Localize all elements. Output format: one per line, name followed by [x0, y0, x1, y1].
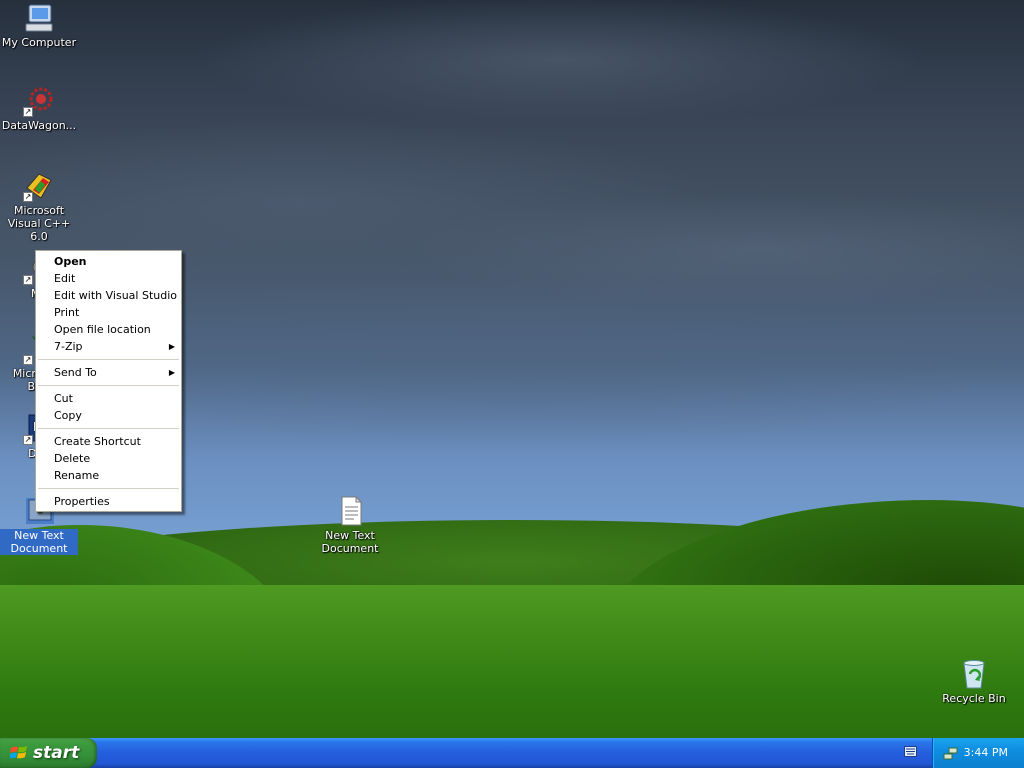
submenu-arrow-icon: ▶ [168, 368, 175, 377]
menu-item-label: Edit [54, 272, 76, 285]
shortcut-arrow-icon: ↗ [23, 435, 33, 445]
menu-item-cut[interactable]: Cut [36, 390, 181, 407]
submenu-arrow-icon: ▶ [168, 342, 175, 351]
desktop-icon-label: Microsoft Visual C++ 6.0 [7, 204, 71, 243]
recycle-bin-icon [958, 658, 990, 690]
shortcut-arrow-icon: ↗ [23, 192, 33, 202]
menu-item-label: Copy [54, 409, 82, 422]
start-label: start [33, 743, 80, 763]
desktop-icon-label: New Text Document [321, 529, 379, 555]
menu-item-print[interactable]: Print [36, 304, 181, 321]
menu-item-label: Properties [54, 495, 110, 508]
menu-item-edit[interactable]: Edit [36, 270, 181, 287]
menu-item-label: Open file location [54, 323, 151, 336]
desktop-icon-label: My Computer [1, 36, 77, 49]
grass-field [0, 585, 1024, 738]
desktop-icon-recycle-bin[interactable]: Recycle Bin [935, 658, 1013, 705]
network-icon[interactable] [943, 745, 959, 761]
desktop-icon-new-text-document[interactable]: New Text Document [311, 495, 389, 555]
desktop-icon-label: DataWagon... [1, 119, 77, 132]
menu-item-label: Rename [54, 469, 100, 482]
my-computer-icon [23, 2, 55, 34]
keyboard-language-icon[interactable] [904, 746, 917, 757]
menu-item-label: Delete [54, 452, 91, 465]
menu-item-label: Send To [54, 366, 97, 379]
start-button[interactable]: start [0, 738, 97, 768]
notepad-document-icon [334, 495, 366, 527]
shortcut-arrow-icon: ↗ [23, 107, 33, 117]
desktop-icon-label: New Text Document [0, 529, 78, 555]
menu-item-label: Create Shortcut [54, 435, 141, 448]
menu-item-label: Open [54, 255, 87, 268]
desktop-icon-visual-cpp[interactable]: ↗ Microsoft Visual C++ 6.0 [0, 170, 78, 243]
visual-cpp-icon: ↗ [23, 170, 55, 202]
menu-separator [38, 385, 179, 386]
menu-separator [38, 428, 179, 429]
menu-item-create-shortcut[interactable]: Create Shortcut [36, 433, 181, 450]
clock[interactable]: 3:44 PM [964, 738, 1008, 768]
menu-item-label: Edit with Visual Studio [54, 289, 178, 302]
desktop-icon-my-computer[interactable]: My Computer [0, 2, 78, 49]
taskbar: start 3:44 PM [0, 738, 1024, 768]
system-tray: 3:44 PM [932, 738, 1024, 768]
menu-separator [38, 488, 179, 489]
menu-item-7zip[interactable]: 7-Zip ▶ [36, 338, 181, 355]
menu-item-rename[interactable]: Rename [36, 467, 181, 484]
menu-item-properties[interactable]: Properties [36, 493, 181, 510]
desktop-icon-label: Recycle Bin [942, 692, 1006, 705]
menu-item-label: Print [54, 306, 80, 319]
menu-item-send-to[interactable]: Send To ▶ [36, 364, 181, 381]
menu-item-delete[interactable]: Delete [36, 450, 181, 467]
context-menu: Open Edit Edit with Visual Studio Print … [35, 250, 182, 512]
menu-separator [38, 359, 179, 360]
menu-item-open-file-location[interactable]: Open file location [36, 321, 181, 338]
shortcut-arrow-icon: ↗ [23, 275, 33, 285]
menu-item-open[interactable]: Open [36, 253, 181, 270]
menu-item-label: 7-Zip [54, 340, 83, 353]
menu-item-edit-with-visual-studio[interactable]: Edit with Visual Studio [36, 287, 181, 304]
menu-item-copy[interactable]: Copy [36, 407, 181, 424]
desktop-icon-datawagon[interactable]: ↗ DataWagon... [0, 85, 78, 132]
shortcut-arrow-icon: ↗ [23, 355, 33, 365]
menu-item-label: Cut [54, 392, 73, 405]
windows-flag-icon [10, 746, 27, 759]
datawagon-icon: ↗ [23, 85, 55, 117]
